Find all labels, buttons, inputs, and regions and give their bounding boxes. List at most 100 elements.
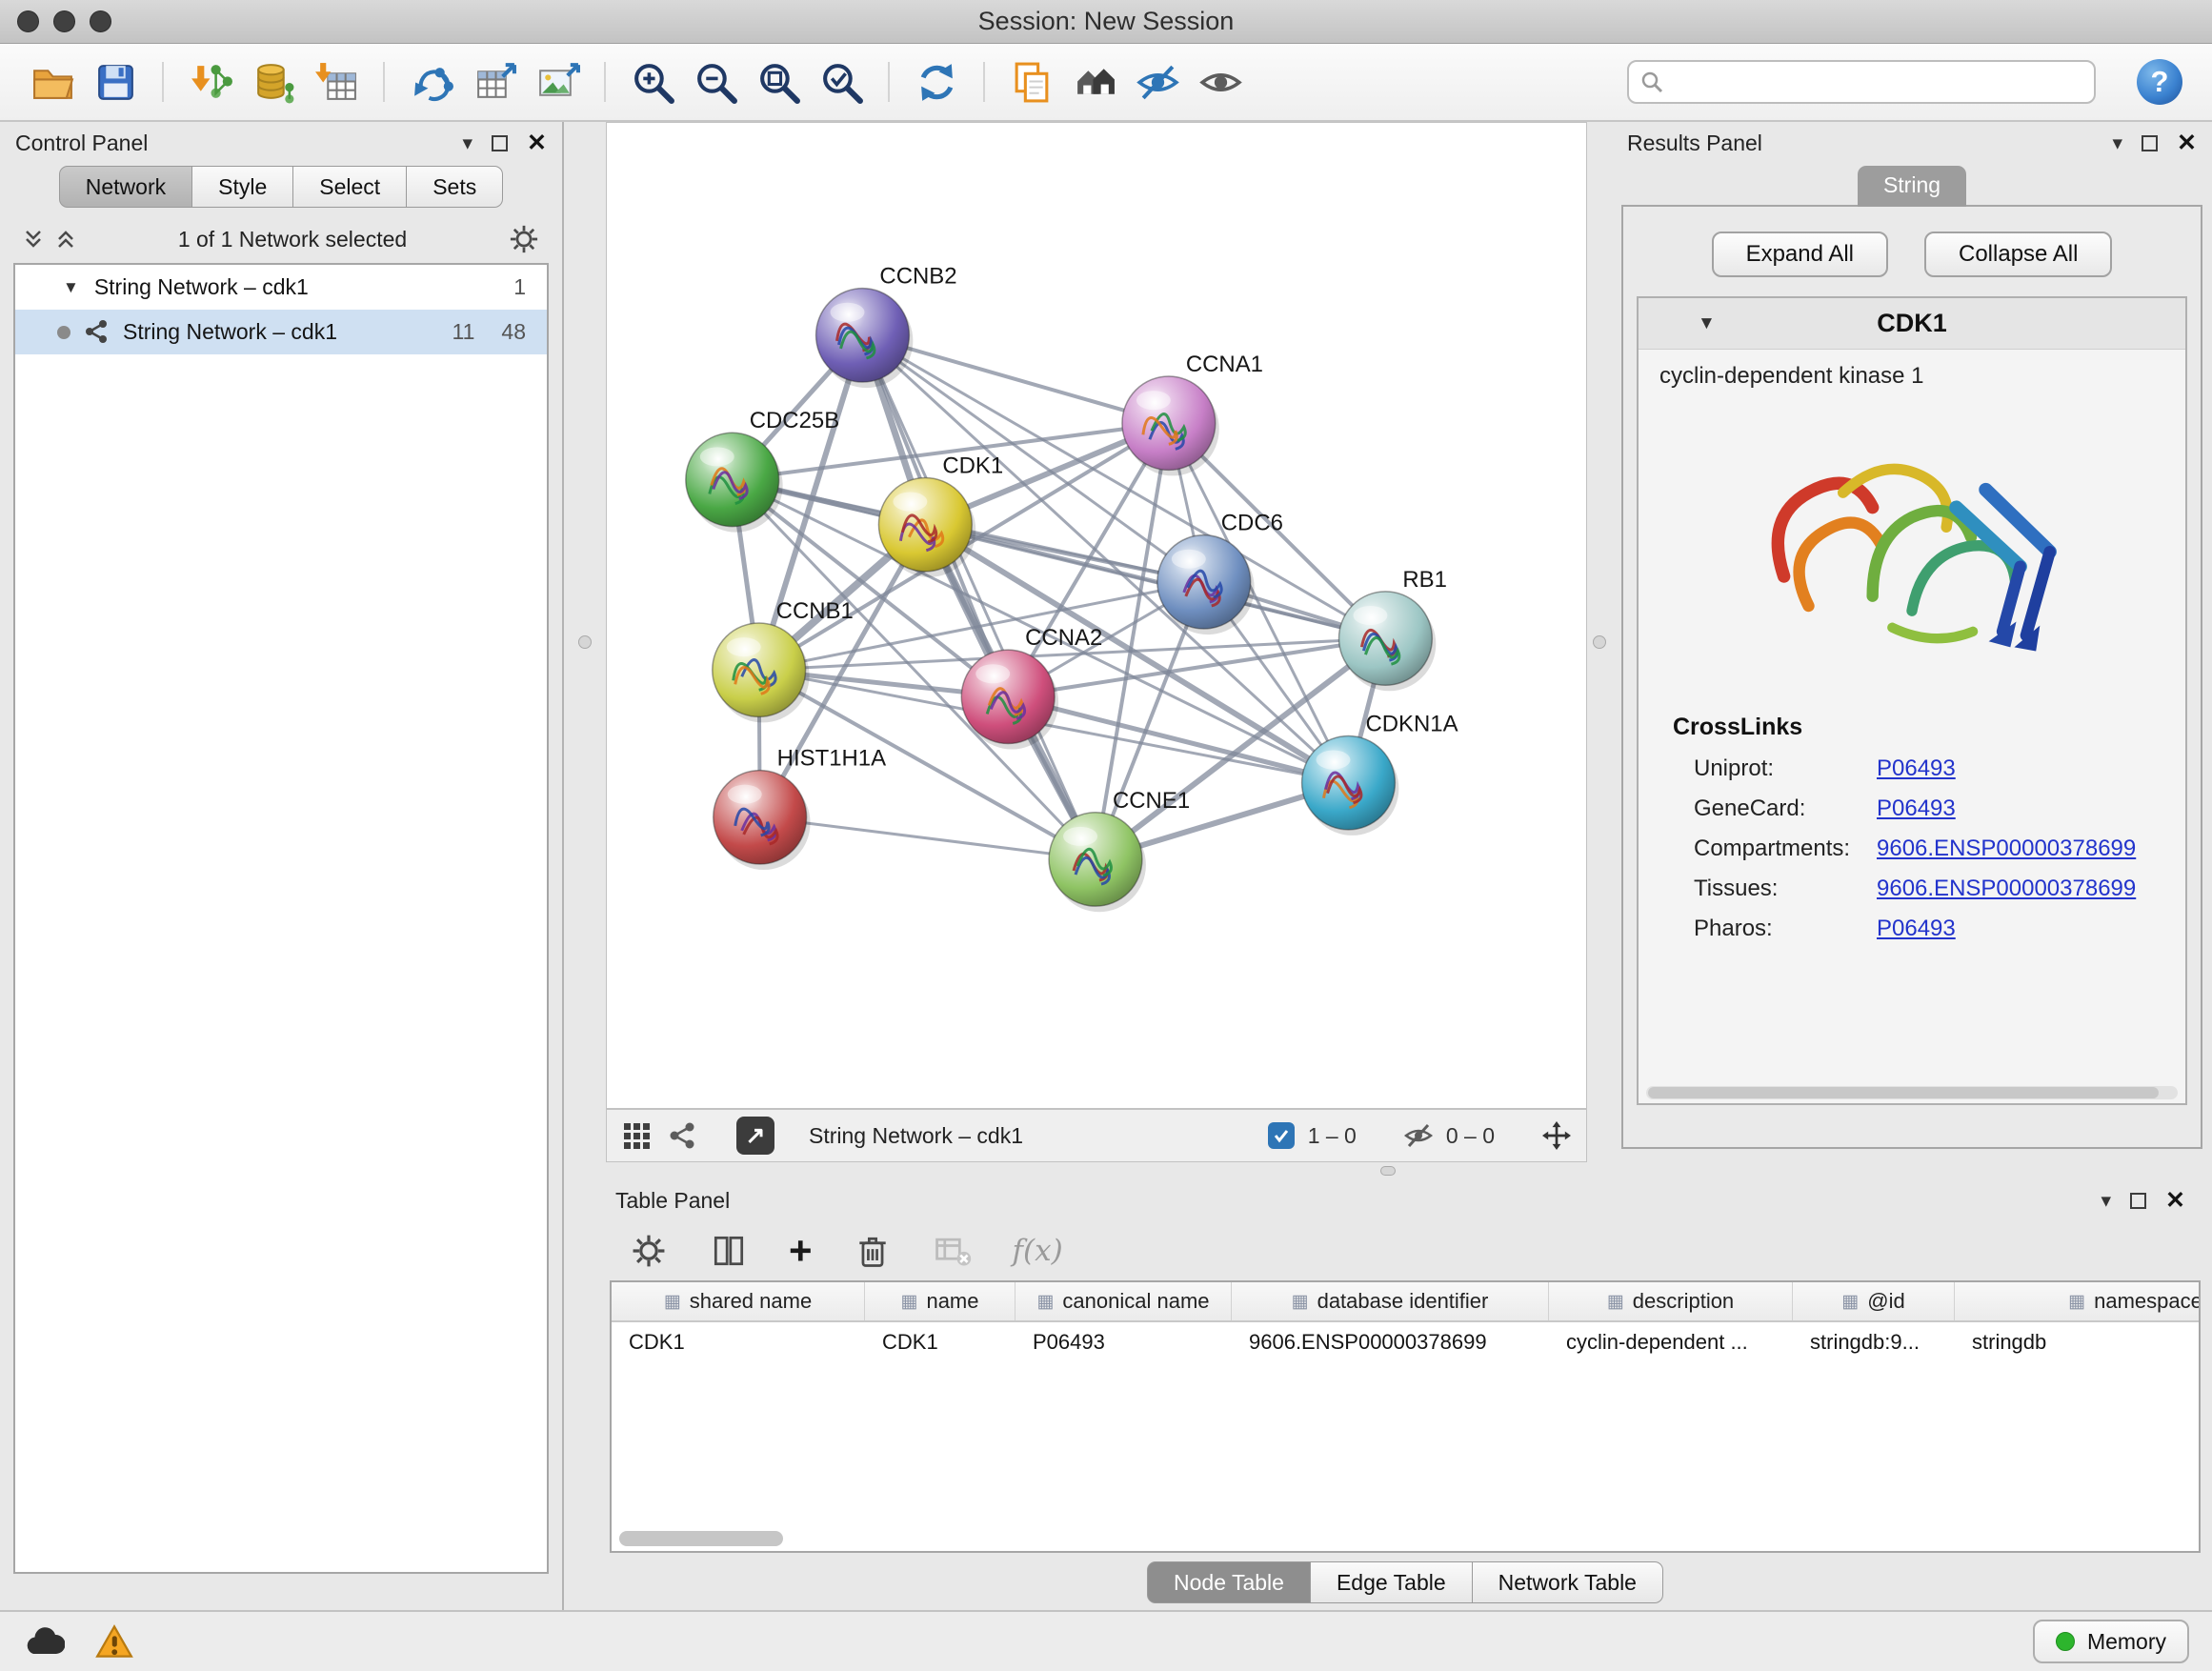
splitter-handle[interactable] xyxy=(578,635,592,649)
tab-style[interactable]: Style xyxy=(192,166,293,208)
expand-all-icon[interactable] xyxy=(53,227,78,252)
table-cell[interactable]: CDK1 xyxy=(865,1330,1016,1355)
table-cell[interactable]: stringdb xyxy=(1955,1330,2201,1355)
minimize-window-button[interactable] xyxy=(53,10,75,32)
close-panel-icon[interactable]: ✕ xyxy=(2165,1186,2185,1215)
column-header[interactable]: ▦@id xyxy=(1793,1282,1955,1320)
panel-menu-chevron-icon[interactable]: ▾ xyxy=(2113,131,2123,155)
hidden-eye-icon[interactable] xyxy=(1404,1121,1433,1150)
export-table-button[interactable] xyxy=(467,52,522,111)
table-row[interactable]: CDK1 CDK1 P06493 9606.ENSP00000378699 cy… xyxy=(612,1322,2199,1362)
network-row-selected[interactable]: String Network – cdk1 11 48 xyxy=(15,310,547,354)
collapse-section-icon[interactable]: ▼ xyxy=(1698,313,1716,334)
network-graph[interactable]: CCNB2CCNA1CDC25BCDK1CDC6RB1CCNB1CCNA2CDK… xyxy=(607,123,1586,1108)
column-header[interactable]: ▦namespace xyxy=(1955,1282,2201,1320)
zoom-window-button[interactable] xyxy=(90,10,111,32)
add-column-icon[interactable]: + xyxy=(789,1231,813,1271)
float-panel-icon[interactable] xyxy=(492,135,508,151)
apply-layout-button[interactable] xyxy=(909,52,964,111)
hide-selected-button[interactable] xyxy=(1130,52,1185,111)
close-panel-icon[interactable]: ✕ xyxy=(2177,129,2197,157)
delete-column-trash-icon[interactable] xyxy=(853,1231,893,1271)
tab-network-table[interactable]: Network Table xyxy=(1473,1561,1663,1603)
expand-all-button[interactable]: Expand All xyxy=(1712,232,1888,277)
table-cell[interactable]: stringdb:9... xyxy=(1793,1330,1955,1355)
export-image-button[interactable] xyxy=(530,52,585,111)
selected-checkbox-icon[interactable] xyxy=(1268,1122,1295,1149)
zoom-out-button[interactable] xyxy=(688,52,743,111)
scrollbar-thumb[interactable] xyxy=(619,1531,783,1546)
collapse-all-icon[interactable] xyxy=(21,227,46,252)
tab-sets[interactable]: Sets xyxy=(407,166,503,208)
crosslink-link[interactable]: 9606.ENSP00000378699 xyxy=(1877,876,2136,902)
crosslink-link[interactable]: P06493 xyxy=(1877,916,1956,942)
close-panel-icon[interactable]: ✕ xyxy=(527,129,547,157)
network-collection-row[interactable]: ▼ String Network – cdk1 1 xyxy=(15,265,547,310)
network-canvas[interactable]: CCNB2CCNA1CDC25BCDK1CDC6RB1CCNB1CCNA2CDK… xyxy=(607,123,1586,1108)
grid-view-icon[interactable] xyxy=(622,1121,651,1150)
table-settings-gear-icon[interactable] xyxy=(629,1231,669,1271)
column-header[interactable]: ▦shared name xyxy=(612,1282,865,1320)
memory-button[interactable]: Memory xyxy=(2033,1620,2189,1663)
import-network-file-button[interactable] xyxy=(183,52,238,111)
table-cell[interactable]: CDK1 xyxy=(612,1330,865,1355)
network-node-HIST1H1A[interactable]: HIST1H1A xyxy=(714,746,886,870)
left-splitter[interactable] xyxy=(564,122,606,1162)
panel-menu-chevron-icon[interactable]: ▾ xyxy=(2101,1189,2112,1213)
function-builder-icon[interactable]: f(x) xyxy=(1013,1234,1063,1268)
network-node-CDKN1A[interactable]: CDKN1A xyxy=(1302,711,1458,835)
import-network-database-button[interactable] xyxy=(246,52,301,111)
tab-network[interactable]: Network xyxy=(59,166,192,208)
crosslink-link[interactable]: P06493 xyxy=(1877,755,1956,782)
network-overview-icon[interactable] xyxy=(668,1121,696,1150)
column-header[interactable]: ▦canonical name xyxy=(1016,1282,1232,1320)
save-session-button[interactable] xyxy=(88,52,143,111)
crosslink-link[interactable]: P06493 xyxy=(1877,795,1956,822)
float-panel-icon[interactable] xyxy=(2130,1193,2146,1209)
splitter-handle[interactable] xyxy=(1380,1166,1396,1176)
network-node-CCNB2[interactable]: CCNB2 xyxy=(816,264,957,388)
new-network-button[interactable] xyxy=(404,52,459,111)
warning-icon[interactable] xyxy=(93,1623,135,1660)
pan-crosshair-icon[interactable] xyxy=(1542,1121,1571,1150)
import-table-button[interactable] xyxy=(309,52,364,111)
zoom-selected-button[interactable] xyxy=(814,52,869,111)
tab-node-table[interactable]: Node Table xyxy=(1147,1561,1311,1603)
table-cell[interactable]: P06493 xyxy=(1016,1330,1232,1355)
crosslink-link[interactable]: 9606.ENSP00000378699 xyxy=(1877,836,2136,862)
panel-menu-chevron-icon[interactable]: ▾ xyxy=(463,131,473,155)
float-panel-icon[interactable] xyxy=(2142,135,2158,151)
table-horizontal-scrollbar[interactable] xyxy=(619,1531,2191,1546)
network-node-CCNB1[interactable]: CCNB1 xyxy=(713,598,854,722)
scrollbar-thumb[interactable] xyxy=(1648,1087,2159,1098)
tab-edge-table[interactable]: Edge Table xyxy=(1311,1561,1473,1603)
detach-view-button[interactable]: ↗ xyxy=(736,1117,774,1155)
copy-button[interactable] xyxy=(1004,52,1059,111)
string-settings-button[interactable] xyxy=(1067,52,1122,111)
column-header[interactable]: ▦database identifier xyxy=(1232,1282,1549,1320)
open-session-button[interactable] xyxy=(25,52,80,111)
zoom-in-button[interactable] xyxy=(625,52,680,111)
close-window-button[interactable] xyxy=(17,10,39,32)
show-columns-icon[interactable] xyxy=(709,1231,749,1271)
column-header[interactable]: ▦description xyxy=(1549,1282,1793,1320)
network-edge[interactable] xyxy=(862,335,1096,859)
show-all-button[interactable] xyxy=(1193,52,1248,111)
results-horizontal-scrollbar[interactable] xyxy=(1646,1086,2178,1099)
tab-string[interactable]: String xyxy=(1858,166,1966,207)
table-cell[interactable]: cyclin-dependent ... xyxy=(1549,1330,1793,1355)
table-cell[interactable]: 9606.ENSP00000378699 xyxy=(1232,1330,1549,1355)
bottom-splitter[interactable] xyxy=(564,1162,2212,1179)
search-input[interactable] xyxy=(1671,70,2082,95)
tree-expanded-icon[interactable]: ▼ xyxy=(63,278,79,297)
collapse-all-button[interactable]: Collapse All xyxy=(1924,232,2112,277)
right-splitter[interactable] xyxy=(1587,122,1612,1162)
cloud-icon[interactable] xyxy=(23,1623,65,1660)
splitter-handle[interactable] xyxy=(1593,635,1606,649)
zoom-fit-button[interactable] xyxy=(751,52,806,111)
network-edge[interactable] xyxy=(925,525,1385,638)
network-node-RB1[interactable]: RB1 xyxy=(1339,567,1447,691)
tab-select[interactable]: Select xyxy=(293,166,407,208)
gear-icon[interactable] xyxy=(507,222,541,256)
help-button[interactable]: ? xyxy=(2134,56,2185,108)
